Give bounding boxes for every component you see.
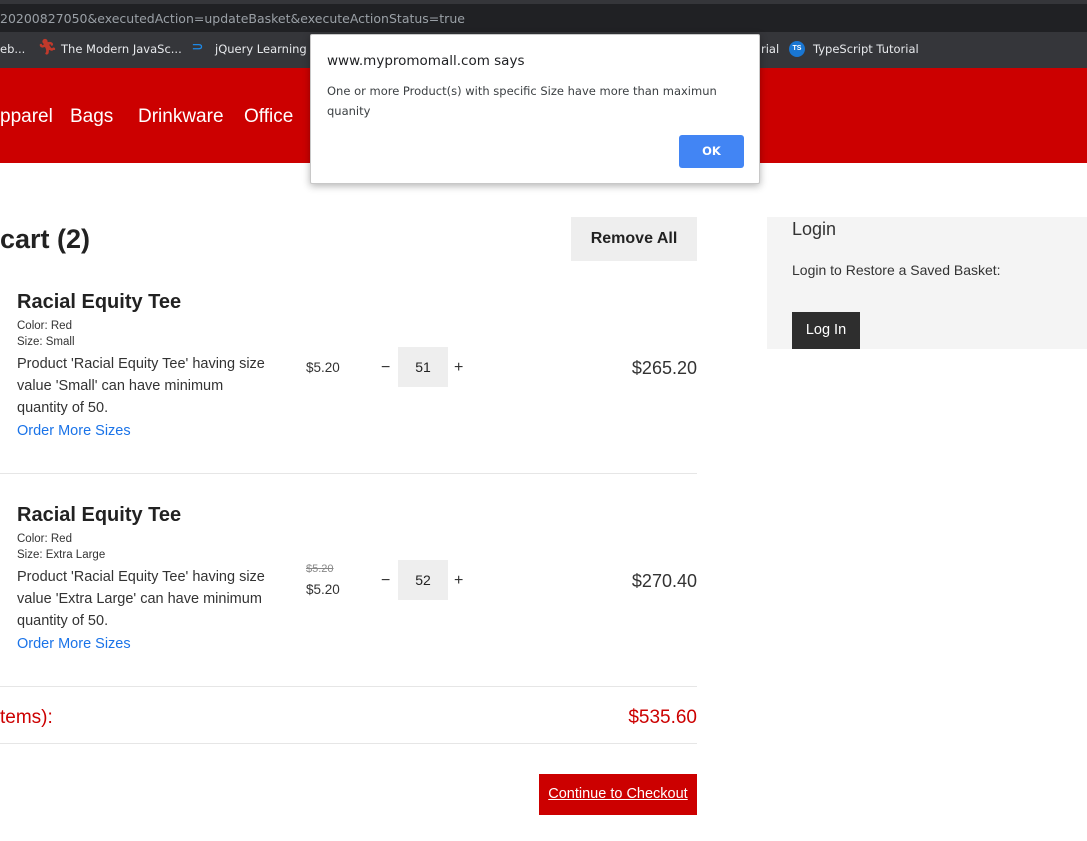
order-more-sizes-link[interactable]: Order More Sizes: [17, 636, 131, 652]
login-panel: Login Login to Restore a Saved Basket: L…: [767, 217, 1087, 349]
ok-button[interactable]: OK: [679, 135, 744, 168]
bookmark-item[interactable]: eb...: [0, 42, 25, 56]
divider: [0, 743, 697, 744]
line-total: $270.40: [631, 571, 697, 591]
order-more-sizes-link[interactable]: Order More Sizes: [17, 423, 131, 439]
dialog-message: One or more Product(s) with specific Siz…: [327, 84, 717, 118]
dialog-title: www.mypromomall.com says: [327, 53, 525, 69]
original-price: $5.20: [306, 563, 334, 575]
nav-item-bags[interactable]: Bags: [70, 106, 113, 128]
bookmark-typescript-tutorial[interactable]: TypeScript Tutorial: [813, 42, 919, 56]
minimum-quantity-note: Product 'Racial Equity Tee' having size …: [17, 356, 265, 416]
cart-item: Racial Equity Tee Color: Red Size: Small…: [0, 291, 697, 473]
jquery-icon: ⸧: [190, 39, 206, 56]
minimum-quantity-note: Product 'Racial Equity Tee' having size …: [17, 569, 265, 629]
javascript-figure-icon: 🏃︎: [38, 39, 58, 56]
alert-dialog: www.mypromomall.com says One or more Pro…: [310, 34, 760, 184]
bookmark-item[interactable]: rial: [761, 42, 779, 56]
item-name: Racial Equity Tee: [17, 504, 182, 526]
subtotal-label: tems):: [0, 707, 53, 728]
log-in-button[interactable]: Log In: [792, 312, 860, 349]
nav-item-office[interactable]: Office: [244, 106, 293, 128]
unit-price: $5.20: [306, 582, 340, 597]
continue-to-checkout-button[interactable]: Continue to Checkout: [539, 774, 697, 815]
nav-item-drinkware[interactable]: Drinkware: [138, 106, 224, 128]
login-title: Login: [792, 219, 837, 239]
decrease-quantity-button[interactable]: −: [381, 360, 390, 376]
login-description: Login to Restore a Saved Basket:: [792, 262, 1001, 278]
bookmark-jquery-learning[interactable]: jQuery Learning C: [215, 42, 318, 56]
divider: [0, 686, 697, 687]
cart-title: cart (2): [0, 224, 91, 254]
url-text[interactable]: 20200827050&executedAction=updateBasket&…: [0, 11, 465, 26]
address-bar[interactable]: 20200827050&executedAction=updateBasket&…: [0, 0, 1087, 32]
nav-item-apparel[interactable]: pparel: [0, 106, 53, 128]
increase-quantity-button[interactable]: +: [454, 573, 463, 589]
remove-all-button[interactable]: Remove All: [571, 217, 697, 261]
line-total: $265.20: [631, 358, 697, 378]
typescript-icon: TS: [789, 41, 805, 57]
increase-quantity-button[interactable]: +: [454, 360, 463, 376]
item-size: Size: Extra Large: [17, 549, 106, 561]
decrease-quantity-button[interactable]: −: [381, 573, 390, 589]
unit-price: $5.20: [306, 360, 340, 375]
item-color: Color: Red: [17, 533, 72, 545]
quantity-input[interactable]: 51: [398, 347, 448, 387]
item-name: Racial Equity Tee: [17, 291, 182, 313]
subtotal-value: $535.60: [628, 707, 697, 728]
quantity-input[interactable]: 52: [398, 560, 448, 600]
cart-item: Racial Equity Tee Color: Red Size: Extra…: [0, 504, 697, 686]
bookmark-modern-javascript[interactable]: The Modern JavaSc...: [61, 42, 182, 56]
divider: [0, 473, 697, 474]
item-size: Size: Small: [17, 336, 75, 348]
item-color: Color: Red: [17, 320, 72, 332]
